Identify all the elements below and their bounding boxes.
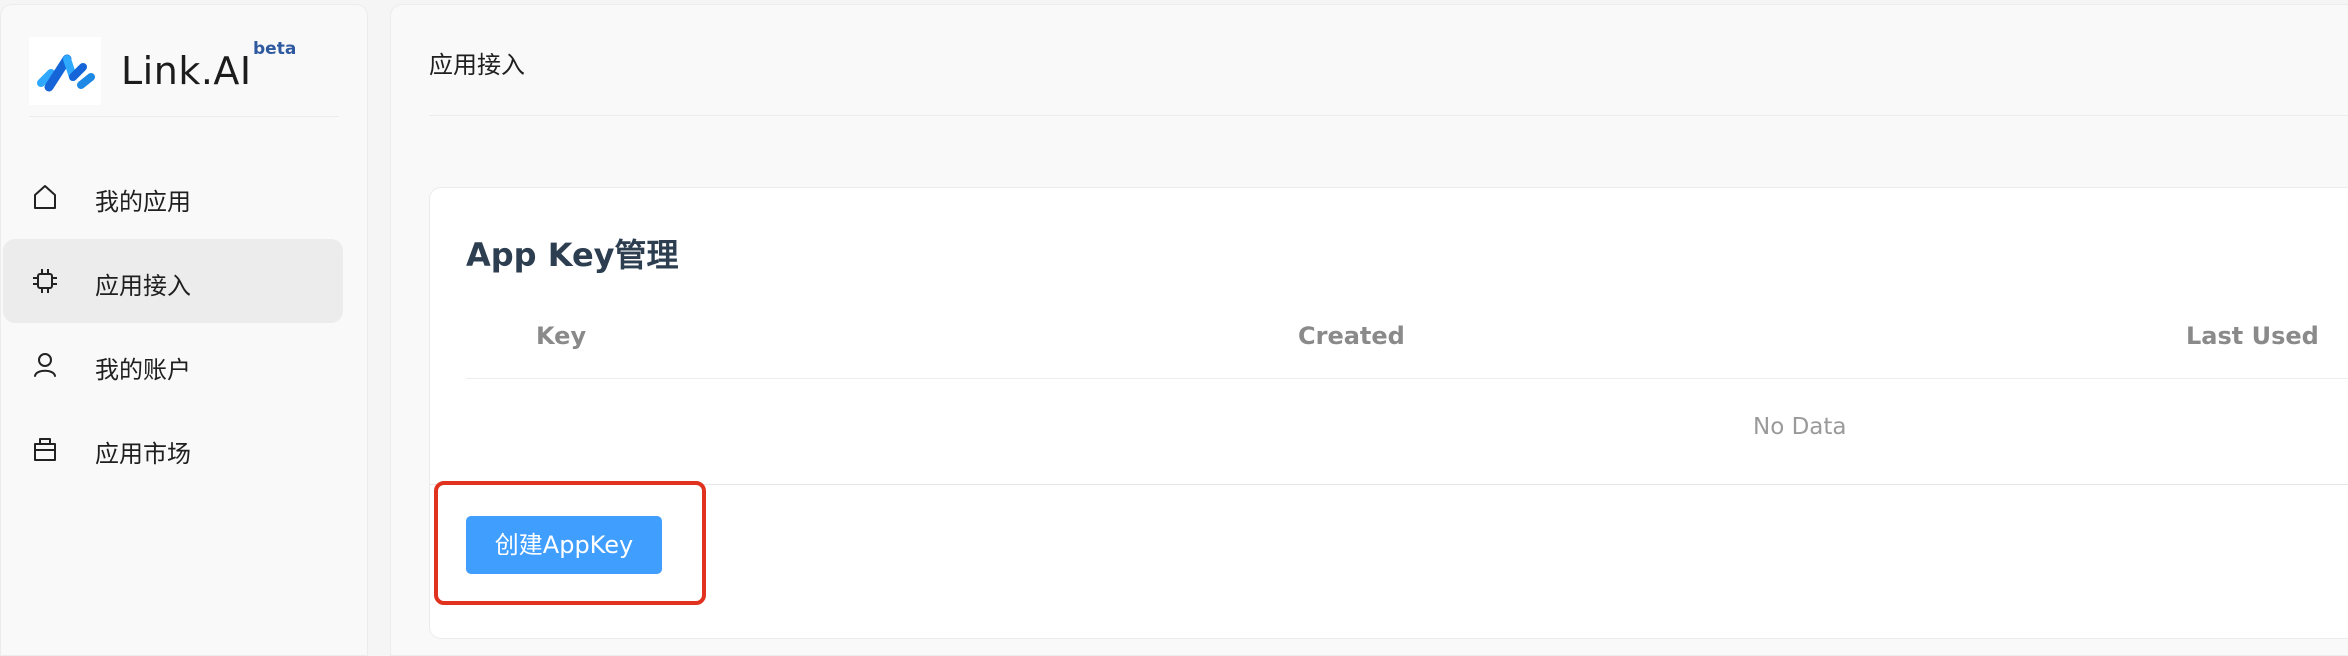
column-header-key: Key [536, 322, 587, 350]
card-title: App Key管理 [466, 236, 679, 274]
sidebar-item-my-account[interactable]: 我的账户 [3, 323, 343, 407]
chip-icon [29, 265, 61, 297]
main-content: 应用接入 App Key管理 Key Created Last Used No … [390, 4, 2348, 656]
brand-name: Link.AI [121, 49, 252, 93]
table-bottom-divider [430, 484, 2348, 485]
beta-badge: beta [253, 39, 297, 59]
column-header-last-used: Last Used [2186, 322, 2319, 350]
sidebar-item-label: 我的账户 [95, 356, 191, 384]
sidebar-item-app-access[interactable]: 应用接入 [3, 239, 343, 323]
sidebar: Link.AI beta 我的应用 应用接入 我的账户 应用市场 [0, 4, 368, 656]
user-icon [29, 349, 61, 381]
link-ai-logo-icon [29, 37, 101, 105]
appkey-card: App Key管理 Key Created Last Used No Data … [429, 187, 2348, 639]
empty-state-text: No Data [1753, 414, 1847, 440]
shopping-bag-icon [29, 433, 61, 465]
page-title: 应用接入 [429, 51, 525, 79]
home-icon [29, 181, 61, 213]
divider [429, 115, 2348, 116]
sidebar-item-label: 应用接入 [95, 272, 191, 300]
table-header-divider [466, 378, 2348, 379]
column-header-created: Created [1298, 322, 1405, 350]
sidebar-item-my-apps[interactable]: 我的应用 [3, 155, 343, 239]
brand-logo[interactable]: Link.AI beta [29, 33, 339, 117]
sidebar-item-app-market[interactable]: 应用市场 [3, 407, 343, 491]
sidebar-item-label: 我的应用 [95, 188, 191, 216]
create-appkey-button[interactable]: 创建AppKey [466, 516, 662, 574]
sidebar-item-label: 应用市场 [95, 440, 191, 468]
